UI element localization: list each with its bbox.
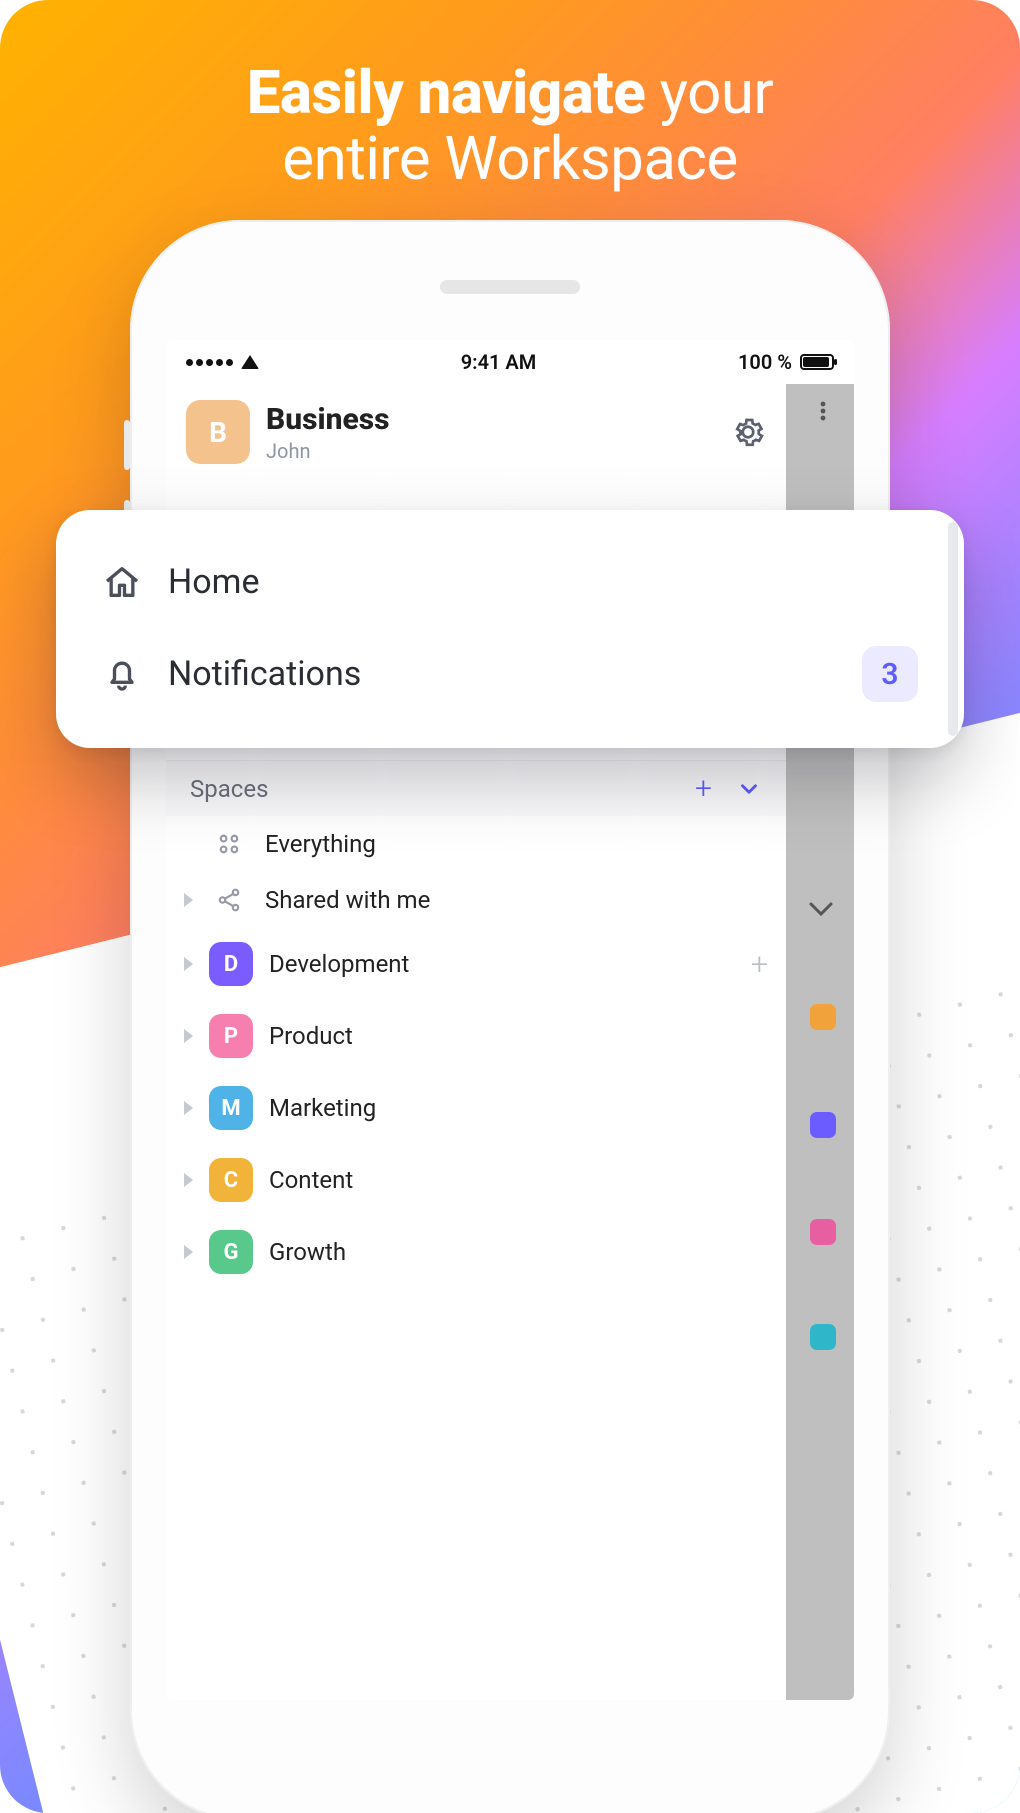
space-item[interactable]: M Marketing xyxy=(166,1072,786,1144)
workspace-subtitle: John xyxy=(266,439,714,463)
space-avatar: D xyxy=(209,942,253,986)
chevron-down-icon xyxy=(806,894,836,924)
space-item[interactable]: C Content xyxy=(166,1144,786,1216)
expand-triangle-icon[interactable] xyxy=(184,1029,193,1043)
space-item-label: Product xyxy=(269,1022,768,1050)
expand-triangle-icon[interactable] xyxy=(184,1101,193,1115)
bell-icon xyxy=(102,654,142,694)
expand-triangle-icon[interactable] xyxy=(184,1173,193,1187)
everything-icon xyxy=(209,831,249,857)
expand-triangle-icon[interactable] xyxy=(184,893,193,907)
nav-popover: Home Notifications 3 xyxy=(56,510,964,748)
space-item-label: Development xyxy=(269,950,735,978)
headline-bold: Easily navigate xyxy=(247,57,646,128)
battery-icon xyxy=(800,354,834,370)
nav-item-label: Notifications xyxy=(168,654,836,694)
status-bar: 9:41 AM 100 % xyxy=(166,340,854,384)
nav-item-label: Home xyxy=(168,562,918,602)
gear-icon[interactable] xyxy=(730,414,766,450)
spaces-list: Everything Shared with me D Development + P… xyxy=(166,816,786,1288)
space-item-everything[interactable]: Everything xyxy=(166,816,786,872)
nav-item-notifications[interactable]: Notifications 3 xyxy=(56,624,964,724)
peek-item xyxy=(810,1004,836,1030)
space-item-label: Growth xyxy=(269,1238,768,1266)
expand-triangle-icon[interactable] xyxy=(184,957,193,971)
home-icon xyxy=(102,562,142,602)
status-battery-percent: 100 % xyxy=(738,350,792,374)
peek-item xyxy=(810,1112,836,1138)
add-list-button[interactable]: + xyxy=(751,947,768,982)
workspace-title: Business xyxy=(266,402,714,437)
wifi-icon xyxy=(241,355,259,369)
more-icon xyxy=(812,400,834,422)
spaces-section-header[interactable]: Spaces + xyxy=(166,760,786,816)
space-item-shared[interactable]: Shared with me xyxy=(166,872,786,928)
workspace-header[interactable]: B Business John xyxy=(166,384,786,480)
signal-dots-icon xyxy=(186,359,233,366)
nav-item-home[interactable]: Home xyxy=(56,540,964,624)
share-icon xyxy=(209,887,249,913)
status-time: 9:41 AM xyxy=(461,350,537,374)
space-item-label: Content xyxy=(269,1166,768,1194)
spaces-section-label: Spaces xyxy=(190,775,695,803)
space-item[interactable]: G Growth xyxy=(166,1216,786,1288)
space-item-label: Everything xyxy=(265,830,768,858)
space-item[interactable]: D Development + xyxy=(166,928,786,1000)
space-item[interactable]: P Product xyxy=(166,1000,786,1072)
notifications-badge: 3 xyxy=(862,646,918,702)
space-avatar: G xyxy=(209,1230,253,1274)
headline-rest: your xyxy=(645,57,773,128)
phone-frame: 9:41 AM 100 % B Business John xyxy=(130,220,890,1813)
space-item-label: Shared with me xyxy=(265,886,768,914)
space-avatar: C xyxy=(209,1158,253,1202)
space-item-label: Marketing xyxy=(269,1094,768,1122)
workspace-avatar: B xyxy=(186,400,250,464)
peek-item xyxy=(810,1324,836,1350)
marketing-headline: Easily navigate your entire Workspace xyxy=(0,0,1020,192)
add-space-button[interactable]: + xyxy=(695,771,712,806)
chevron-down-icon[interactable] xyxy=(736,776,762,802)
scrollbar[interactable] xyxy=(948,522,958,736)
peek-item xyxy=(810,1219,836,1245)
headline-line2: entire Workspace xyxy=(0,126,1020,192)
space-avatar: P xyxy=(209,1014,253,1058)
space-avatar: M xyxy=(209,1086,253,1130)
expand-triangle-icon[interactable] xyxy=(184,1245,193,1259)
